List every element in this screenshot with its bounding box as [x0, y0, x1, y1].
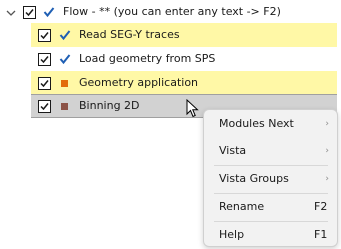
chevron-down-icon[interactable]: [6, 8, 16, 18]
menu-item-help[interactable]: Help F1: [210, 224, 332, 246]
orange-square-icon: [61, 80, 68, 87]
tree-item-read-segy[interactable]: Read SEG-Y traces: [0, 24, 341, 46]
menu-item-label: Rename: [219, 200, 265, 213]
menu-item-label: Vista Groups: [219, 172, 289, 185]
tree-root-row[interactable]: Flow - ** (you can enter any text -> F2): [0, 1, 341, 23]
menu-item-shortcut: F2: [314, 200, 328, 213]
context-menu: Modules Next › Vista › Vista Groups › Re…: [203, 109, 338, 247]
menu-separator: [214, 193, 328, 194]
menu-separator: [214, 165, 328, 166]
menu-item-label: Vista: [219, 144, 247, 157]
tree-item-label: Read SEG-Y traces: [79, 28, 180, 41]
menu-item-vista-groups[interactable]: Vista Groups ›: [210, 168, 332, 190]
item-checkbox[interactable]: [38, 53, 51, 66]
menu-item-vista[interactable]: Vista ›: [210, 140, 332, 162]
menu-item-shortcut: F1: [314, 228, 328, 241]
tree-item-label: Geometry application: [79, 76, 199, 89]
item-checkbox[interactable]: [38, 100, 51, 113]
mouse-pointer-icon: [186, 99, 199, 118]
menu-item-modules-next[interactable]: Modules Next ›: [210, 113, 332, 135]
blue-check-icon: [43, 7, 55, 18]
chevron-right-icon: ›: [325, 174, 329, 184]
chevron-right-icon: ›: [325, 146, 329, 156]
tree-item-geometry-application[interactable]: Geometry application: [0, 72, 341, 94]
tree-item-label: Load geometry from SPS: [79, 52, 216, 65]
tree-item-load-geometry[interactable]: Load geometry from SPS: [0, 48, 341, 70]
menu-item-rename[interactable]: Rename F2: [210, 196, 332, 218]
tree-root-label: Flow - ** (you can enter any text -> F2): [63, 5, 281, 18]
chevron-right-icon: ›: [325, 119, 329, 129]
brown-square-icon: [61, 103, 68, 110]
tree-item-label: Binning 2D: [79, 99, 140, 112]
blue-check-icon: [59, 54, 71, 65]
menu-item-label: Help: [219, 228, 245, 241]
menu-item-label: Modules Next: [219, 117, 294, 130]
item-checkbox[interactable]: [38, 77, 51, 90]
menu-separator: [214, 221, 328, 222]
blue-check-icon: [59, 30, 71, 41]
root-checkbox[interactable]: [23, 6, 36, 19]
item-checkbox[interactable]: [38, 29, 51, 42]
